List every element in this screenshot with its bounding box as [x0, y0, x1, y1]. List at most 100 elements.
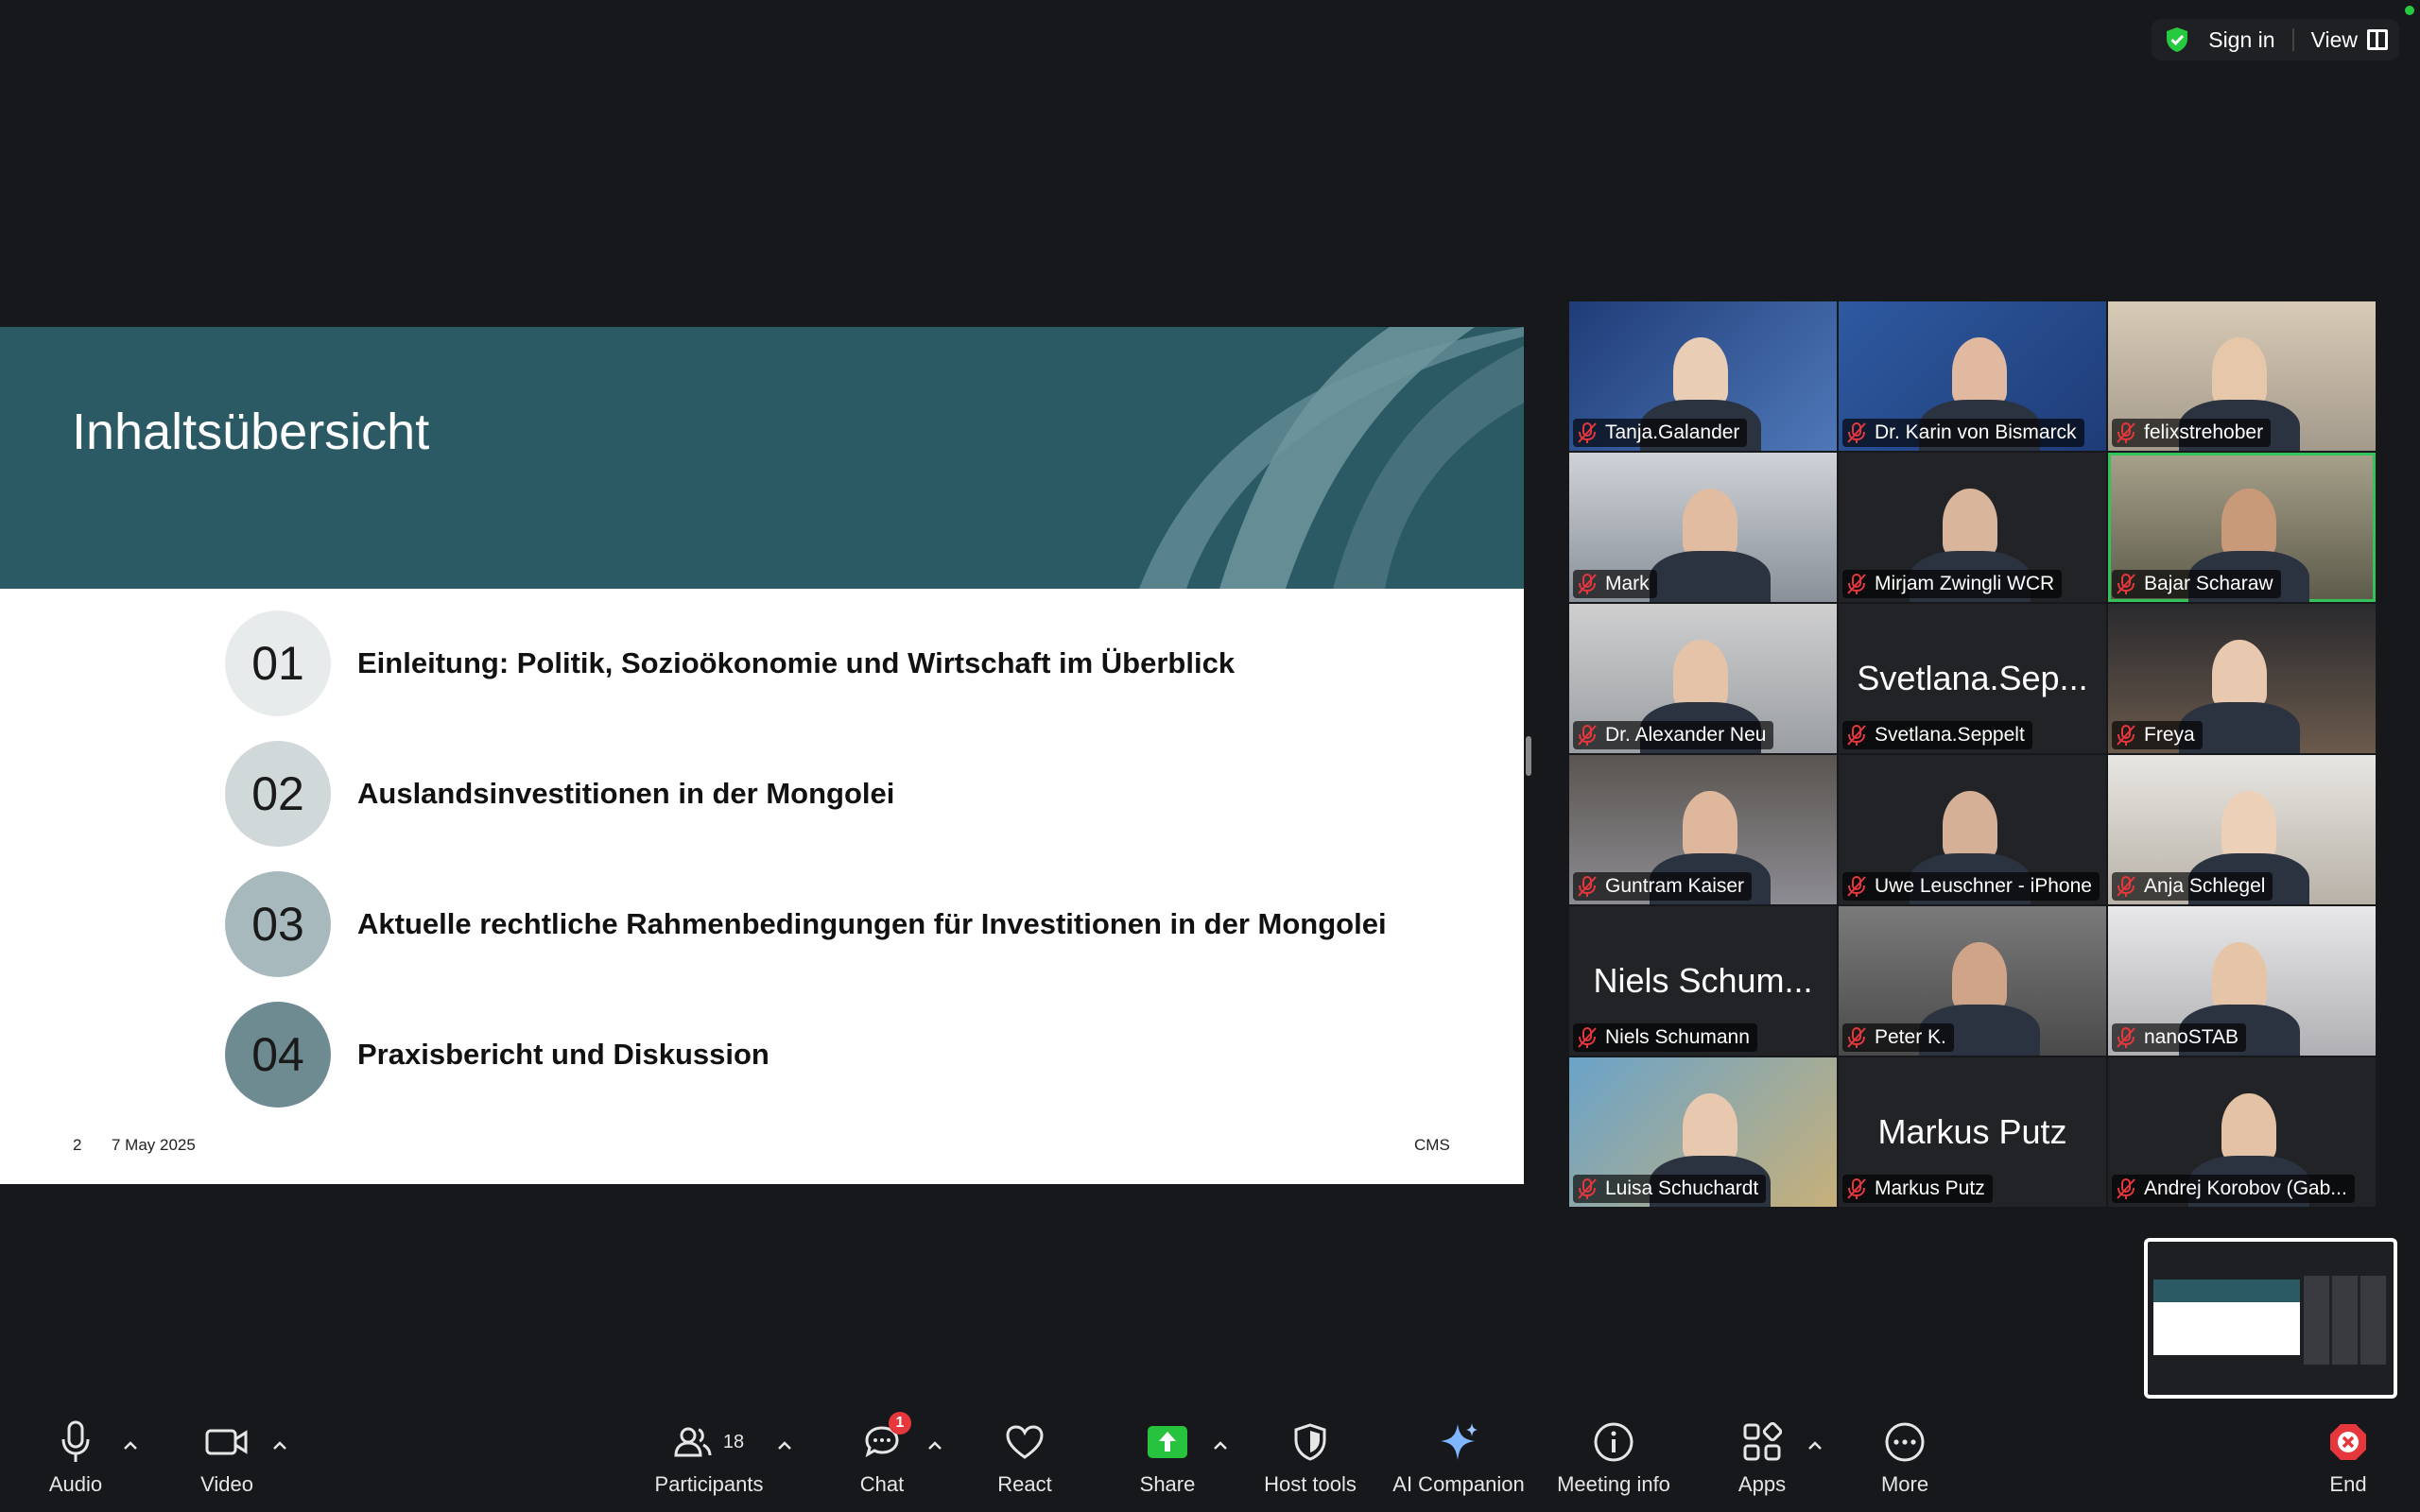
participant-name: Peter K.	[1875, 1026, 1946, 1048]
react-button[interactable]: React	[949, 1418, 1100, 1497]
participant-name-tag: Uwe Leuschner - iPhone	[1842, 872, 2100, 901]
participant-name-tag: Mirjam Zwingli WCR	[1842, 570, 2063, 598]
microphone-muted-icon	[1578, 1178, 1597, 1199]
participant-name-tag: nanoSTAB	[2112, 1023, 2247, 1052]
participant-name: Dr. Alexander Neu	[1605, 724, 1767, 746]
chat-label: Chat	[859, 1472, 905, 1496]
participant-tile[interactable]: Anja Schlegel	[2108, 755, 2376, 904]
microphone-muted-icon	[2117, 876, 2135, 897]
participant-tile[interactable]: Guntram Kaiser	[1569, 755, 1837, 904]
participant-video-person	[1943, 791, 1997, 859]
agenda-number: 01	[225, 610, 331, 716]
participant-name-tag: Tanja.Galander	[1573, 419, 1748, 447]
participant-video-person	[2212, 942, 2267, 1010]
participant-tile[interactable]: felixstrehober	[2108, 301, 2376, 451]
participant-video-person	[1952, 337, 2007, 405]
thumbnail-slide	[2153, 1280, 2300, 1355]
video-button[interactable]: Video	[151, 1418, 302, 1497]
slide-header: Inhaltsübersicht	[0, 327, 1524, 589]
audio-button[interactable]: Audio	[0, 1418, 151, 1497]
more-dots-icon	[1885, 1422, 1925, 1462]
participant-name-tag: Markus Putz	[1842, 1175, 1993, 1203]
topbar-divider	[2291, 28, 2294, 51]
share-screen-icon	[1148, 1426, 1187, 1458]
participant-tile[interactable]: Peter K.	[1839, 906, 2106, 1056]
info-icon	[1594, 1422, 1634, 1462]
microphone-muted-icon	[1847, 574, 1866, 594]
participant-tile[interactable]: Markus Putz Markus Putz	[1839, 1057, 2106, 1207]
microphone-muted-icon	[1578, 422, 1597, 443]
microphone-muted-icon	[2117, 574, 2135, 594]
participant-tile[interactable]: Mirjam Zwingli WCR	[1839, 453, 2106, 602]
chat-options-chevron-up-icon[interactable]	[927, 1438, 942, 1453]
slide-brand: CMS	[1414, 1136, 1450, 1154]
chat-button[interactable]: 1 Chat	[806, 1412, 958, 1497]
participant-tile[interactable]: Mark	[1569, 453, 1837, 602]
participant-video-person	[1683, 791, 1737, 859]
agenda-text: Aktuelle rechtliche Rahmenbedingungen fü…	[357, 907, 1387, 940]
participant-tile[interactable]: Niels Schum... Niels Schumann	[1569, 906, 1837, 1056]
microphone-muted-icon	[1578, 876, 1597, 897]
participant-name: Dr. Karin von Bismarck	[1875, 421, 2077, 443]
agenda-number: 03	[225, 871, 331, 977]
participant-tile[interactable]: nanoSTAB	[2108, 906, 2376, 1056]
participant-tile[interactable]: Freya	[2108, 604, 2376, 753]
participant-name: nanoSTAB	[2144, 1026, 2239, 1048]
slide-date: 7 May 2025	[112, 1136, 196, 1154]
audio-options-chevron-up-icon[interactable]	[123, 1438, 138, 1453]
layout-icon	[2367, 29, 2388, 50]
participant-name-tag: Luisa Schuchardt	[1573, 1175, 1767, 1203]
host-tools-button[interactable]: Host tools	[1235, 1418, 1386, 1497]
top-bar: Sign in View	[2152, 19, 2399, 60]
participant-tile[interactable]: Luisa Schuchardt	[1569, 1057, 1837, 1207]
video-options-chevron-up-icon[interactable]	[272, 1438, 287, 1453]
microphone-muted-icon	[1847, 1027, 1866, 1048]
agenda-text: Praxisbericht und Diskussion	[357, 1038, 769, 1071]
microphone-muted-icon	[2117, 422, 2135, 443]
apps-options-chevron-up-icon[interactable]	[1807, 1438, 1823, 1453]
agenda-number: 02	[225, 741, 331, 847]
microphone-icon	[61, 1420, 90, 1462]
resize-handle[interactable]	[1526, 736, 1531, 776]
thumbnail-grid	[2304, 1276, 2387, 1365]
participants-options-chevron-up-icon[interactable]	[777, 1438, 792, 1453]
participant-display-name: Svetlana.Sep...	[1857, 659, 2088, 697]
shared-screen: Inhaltsübersicht 01 Einleitung: Politik,…	[0, 327, 1524, 1184]
participant-name-tag: Andrej Korobov (Gab...	[2112, 1175, 2355, 1203]
participant-name: Luisa Schuchardt	[1605, 1177, 1759, 1199]
participant-tile[interactable]: Dr. Karin von Bismarck	[1839, 301, 2106, 451]
participant-tile[interactable]: Andrej Korobov (Gab...	[2108, 1057, 2376, 1207]
end-meeting-button[interactable]: End	[2273, 1418, 2420, 1497]
meeting-info-button[interactable]: Meeting info	[1538, 1418, 1689, 1497]
view-button[interactable]: View	[2311, 27, 2388, 53]
participant-tile[interactable]: Bajar Scharaw	[2108, 453, 2376, 602]
participants-count: 18	[722, 1431, 745, 1452]
participant-tile[interactable]: Uwe Leuschner - iPhone	[1839, 755, 2106, 904]
self-view-thumbnail[interactable]	[2144, 1238, 2397, 1399]
share-options-chevron-up-icon[interactable]	[1213, 1438, 1228, 1453]
microphone-muted-icon	[1578, 1027, 1597, 1048]
more-button[interactable]: More	[1829, 1418, 1980, 1497]
participant-video-person	[2221, 489, 2276, 557]
agenda-item-03: 03 Aktuelle rechtliche Rahmenbedingungen…	[225, 871, 1387, 977]
microphone-muted-icon	[1578, 574, 1597, 594]
participants-button[interactable]: 18 Participants	[633, 1418, 785, 1497]
participant-name-tag: Bajar Scharaw	[2112, 570, 2281, 598]
agenda-text: Einleitung: Politik, Sozioökonomie und W…	[357, 646, 1236, 679]
thumbnail-slide-header	[2153, 1280, 2300, 1302]
participant-display-name: Niels Schum...	[1593, 961, 1813, 1000]
participant-tile[interactable]: Tanja.Galander	[1569, 301, 1837, 451]
sign-in-link[interactable]: Sign in	[2208, 27, 2274, 53]
microphone-muted-icon	[1847, 725, 1866, 746]
ai-companion-button[interactable]: AI Companion	[1383, 1418, 1534, 1497]
participant-name: Andrej Korobov (Gab...	[2144, 1177, 2347, 1199]
participant-name-tag: Dr. Alexander Neu	[1573, 721, 1774, 749]
video-camera-icon	[205, 1429, 248, 1455]
microphone-muted-icon	[1847, 1178, 1866, 1199]
more-label: More	[1880, 1472, 1929, 1496]
apps-button[interactable]: Apps	[1686, 1418, 1838, 1497]
participant-name: felixstrehober	[2144, 421, 2264, 443]
participant-tile[interactable]: Dr. Alexander Neu	[1569, 604, 1837, 753]
participant-tile[interactable]: Svetlana.Sep... Svetlana.Seppelt	[1839, 604, 2106, 753]
share-button[interactable]: Share	[1092, 1418, 1243, 1497]
